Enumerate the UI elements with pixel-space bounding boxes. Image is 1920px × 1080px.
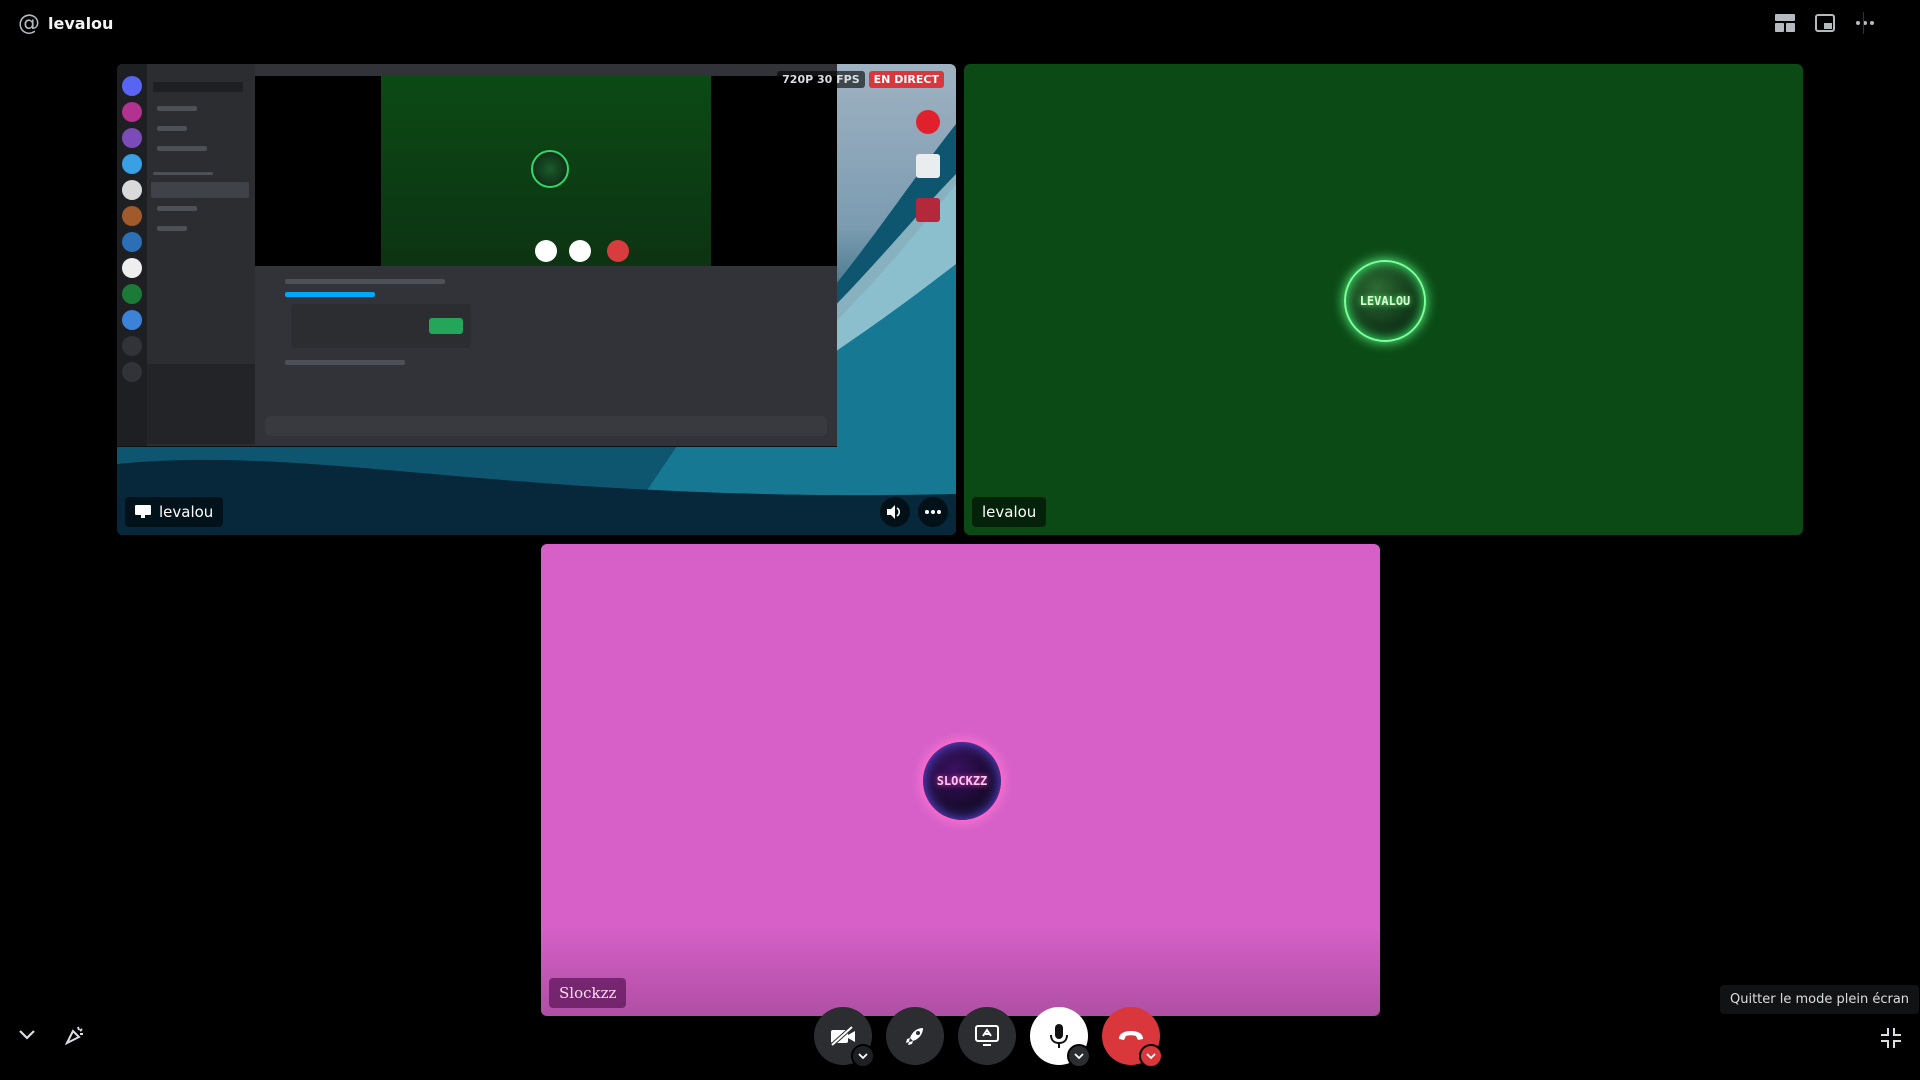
chat-area [255,64,837,446]
mute-button[interactable] [1030,1007,1091,1068]
mini-call [255,76,837,266]
screen-share-icon [975,1025,999,1046]
stream-actions [880,497,948,527]
divider [1863,12,1864,34]
participant-tile-levalou[interactable]: LEVALOU levalou [964,64,1803,535]
participant-name: Slockzz [559,984,617,1002]
monitor-icon [135,505,151,518]
participant-tile-slockzz[interactable]: SLOCKZZ Slockzz [541,544,1380,1016]
top-bar: @ levalou [0,0,1920,46]
participant-nameplate: Slockzz [549,978,627,1008]
camera-off-icon [830,1026,855,1046]
hang-up-icon [1119,1031,1143,1040]
avatar: LEVALOU [1344,260,1426,342]
quality-badge: 720P 30 FPS [777,71,865,88]
stream-owner-name: levalou [159,503,214,521]
archive-desktop-icon [916,198,940,222]
stream-badges: 720P 30 FPS EN DIRECT [777,71,944,88]
chevron-down-icon [858,1052,868,1059]
chevron-down-icon [1146,1052,1156,1059]
call-controls [814,1007,1163,1068]
camera-button[interactable] [814,1007,875,1068]
inbox-icon[interactable] [1814,12,1836,34]
camera-options-caret[interactable] [851,1044,875,1068]
volume-button[interactable] [880,497,910,527]
speaker-icon [887,505,901,519]
stream-more-button[interactable] [918,497,948,527]
avatar: SLOCKZZ [921,740,1003,822]
shared-screen-content [117,64,837,447]
microphone-icon [1050,1024,1068,1048]
mic-options-caret[interactable] [1067,1044,1091,1068]
disconnect-options-caret[interactable] [1139,1044,1163,1068]
server-list [117,64,147,446]
participant-nameplate: levalou [972,497,1047,527]
participant-name: levalou [982,503,1037,521]
more-dots-icon [925,510,941,514]
exit-fullscreen-button[interactable] [1880,1027,1902,1053]
collapse-button[interactable] [18,1026,36,1045]
app-desktop-icon [916,110,940,134]
activities-button[interactable] [64,1024,86,1050]
exit-fullscreen-icon [1881,1028,1901,1048]
tooltip: Quitter le mode plein écran [1720,985,1920,1014]
disconnect-button[interactable] [1102,1007,1163,1068]
at-icon: @ [18,11,40,36]
stream-nameplate: levalou [125,497,224,527]
layout-grid-icon[interactable] [1774,12,1796,34]
desktop-icons [916,110,944,242]
screen-share-tile[interactable]: 720P 30 FPS EN DIRECT levalou [117,64,956,535]
rocket-icon [906,1028,923,1045]
channel-sidebar [147,64,255,446]
file-desktop-icon [916,154,940,178]
top-actions [1774,12,1876,34]
chevron-down-icon [1074,1052,1084,1059]
activity-icon [64,1026,83,1046]
chevron-down-icon [19,1030,35,1040]
share-screen-button[interactable] [958,1007,1016,1065]
activities-launch-button[interactable] [886,1007,944,1065]
live-badge: EN DIRECT [868,71,944,88]
channel-title: levalou [48,14,114,33]
more-options-icon[interactable] [1854,12,1876,34]
